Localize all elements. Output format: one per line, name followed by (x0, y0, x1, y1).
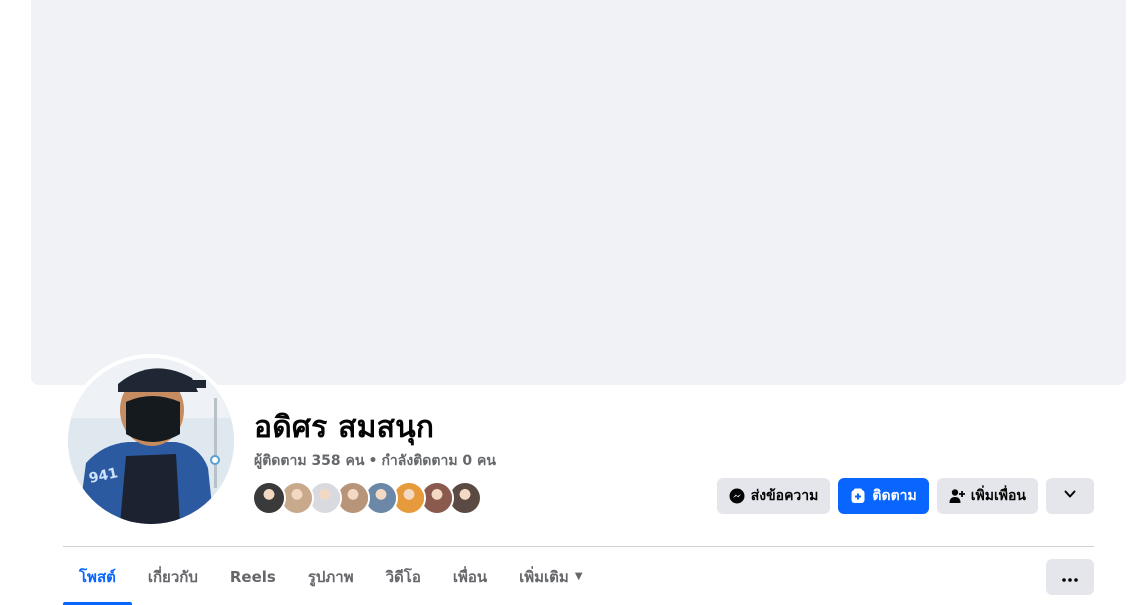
friends-preview[interactable] (252, 481, 482, 515)
tab-label: โพสต์ (79, 567, 116, 586)
friend-avatar[interactable] (252, 481, 286, 515)
ellipsis-icon (1062, 570, 1078, 585)
followers-count[interactable]: ผู้ติดตาม 358 คน (254, 453, 364, 469)
profile-tabs: โพสต์ เกี่ยวกับ Reels รูปภาพ วิดีโอ เพื่… (63, 548, 599, 605)
follow-stats: ผู้ติดตาม 358 คน • กำลังติดตาม 0 คน (254, 452, 496, 470)
tab-label: Reels (229, 567, 276, 586)
profile-menu-button[interactable] (1046, 478, 1094, 514)
add-friend-label: เพิ่มเพื่อน (970, 488, 1026, 504)
more-options-button[interactable] (1046, 559, 1094, 595)
tab-about[interactable]: เกี่ยวกับ (132, 548, 214, 605)
profile-name: อดิศร สมสนุก (254, 410, 435, 445)
friend-photo (366, 483, 396, 513)
tab-label: วิดีโอ (385, 567, 421, 586)
caret-down-icon: ▼ (574, 571, 583, 582)
tab-more[interactable]: เพิ่มเติม ▼ (503, 548, 598, 605)
friend-photo (394, 483, 424, 513)
avatar: 941 (68, 358, 234, 524)
separator: • (368, 453, 378, 469)
friend-photo (338, 483, 368, 513)
friend-photo (282, 483, 312, 513)
follow-icon (850, 488, 866, 504)
tab-videos[interactable]: วิดีโอ (370, 548, 437, 605)
cover-photo[interactable] (31, 0, 1126, 385)
tab-photos[interactable]: รูปภาพ (292, 548, 370, 605)
send-message-label: ส่งข้อความ (750, 488, 819, 504)
follow-button[interactable]: ติดตาม (838, 478, 929, 514)
profile-actions: ส่งข้อความ ติดตาม เพิ่มเพื่อน (716, 478, 1094, 514)
send-message-button[interactable]: ส่งข้อความ (716, 478, 831, 514)
tab-label: เพิ่มเติม (519, 567, 569, 586)
friend-photo (310, 483, 340, 513)
tab-posts[interactable]: โพสต์ (63, 548, 132, 605)
add-friend-icon (949, 488, 965, 504)
friend-photo (450, 483, 480, 513)
tab-label: เกี่ยวกับ (147, 567, 198, 586)
tab-label: เพื่อน (452, 567, 488, 586)
profile-picture[interactable]: 941 (64, 354, 238, 528)
tab-label: รูปภาพ (307, 567, 354, 586)
add-friend-button[interactable]: เพิ่มเพื่อน (936, 478, 1038, 514)
friend-photo (254, 483, 284, 513)
tab-friends[interactable]: เพื่อน (437, 548, 503, 605)
friend-photo (422, 483, 452, 513)
follow-label: ติดตาม (872, 488, 917, 504)
chevron-down-icon (1063, 487, 1077, 505)
divider (63, 546, 1094, 547)
following-count[interactable]: กำลังติดตาม 0 คน (381, 453, 496, 469)
messenger-icon (729, 488, 745, 504)
tab-reels[interactable]: Reels (214, 548, 292, 605)
